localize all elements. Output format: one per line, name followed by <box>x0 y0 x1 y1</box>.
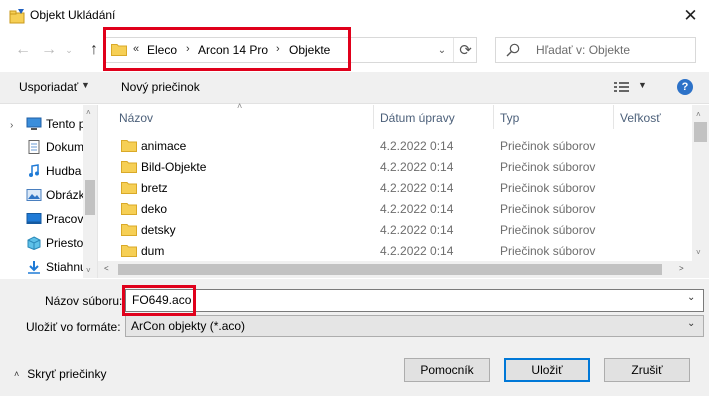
highlight-box <box>122 285 196 316</box>
hide-folders-label: Skryť priečinky <box>27 367 107 381</box>
pictures-icon <box>26 189 42 201</box>
chevron-down-icon[interactable]: ▼ <box>81 80 90 90</box>
nav-item-label: Tento počítač <box>46 117 83 131</box>
search-placeholder: Hľadať v: Objekte <box>536 43 631 57</box>
file-type: Priečinok súborov <box>500 223 596 237</box>
file-name[interactable]: bretz <box>141 181 168 195</box>
chevron-down-icon[interactable]: ⌄ <box>687 318 695 329</box>
file-type: Priečinok súborov <box>500 181 596 195</box>
hide-folders-toggle[interactable]: ˄ Skryť priečinky <box>14 367 106 381</box>
recent-locations-button[interactable]: ⌄ <box>62 38 76 62</box>
downloads-icon <box>28 261 40 274</box>
folder-icon <box>121 224 137 236</box>
music-icon <box>29 164 39 177</box>
file-name[interactable]: dum <box>141 244 164 258</box>
file-date: 4.2.2022 0:14 <box>380 160 454 174</box>
file-date: 4.2.2022 0:14 <box>380 244 454 258</box>
search-icon <box>506 43 520 57</box>
file-format-select[interactable]: ArCon objekty (*.aco) <box>125 315 704 337</box>
new-folder-button[interactable]: Nový priečinok <box>121 80 200 94</box>
format-label: Uložiť vo formáte: <box>26 320 121 334</box>
nav-item-music[interactable]: Hudba <box>26 164 83 178</box>
view-options-icon[interactable] <box>613 80 631 94</box>
column-header-date[interactable]: Dátum úpravy <box>380 111 455 125</box>
scroll-up-icon[interactable]: ˄ <box>86 108 91 117</box>
file-type: Priečinok súborov <box>500 139 596 153</box>
file-date: 4.2.2022 0:14 <box>380 139 454 153</box>
column-divider[interactable] <box>373 105 374 129</box>
organize-button[interactable]: Usporiadať <box>19 80 78 94</box>
folder-icon <box>121 203 137 215</box>
scrollbar-thumb[interactable] <box>85 180 95 215</box>
file-date: 4.2.2022 0:14 <box>380 181 454 195</box>
nav-item-documents[interactable]: Dokumenty <box>26 140 83 154</box>
scrollbar-thumb[interactable] <box>118 264 662 275</box>
expand-chevron-icon[interactable]: › <box>10 120 13 131</box>
chevron-down-icon[interactable]: ▼ <box>638 80 647 90</box>
file-name[interactable]: deko <box>141 202 167 216</box>
file-name[interactable]: Bild-Objekte <box>141 160 206 174</box>
help-icon[interactable]: ? <box>677 79 693 95</box>
nav-item-label: Priestorové objekty <box>46 236 83 250</box>
file-date: 4.2.2022 0:14 <box>380 202 454 216</box>
nav-item-desktop[interactable]: Pracovná plocha <box>26 212 83 226</box>
scroll-down-icon[interactable]: ˅ <box>696 248 701 257</box>
folder-icon <box>121 245 137 257</box>
nav-item-label: Pracovná plocha <box>46 212 83 226</box>
file-date: 4.2.2022 0:14 <box>380 223 454 237</box>
desktop-icon <box>26 213 42 224</box>
close-button[interactable]: ✕ <box>672 0 709 31</box>
folder-icon <box>121 140 137 152</box>
file-name[interactable]: animace <box>141 139 186 153</box>
column-header-type[interactable]: Typ <box>500 111 519 125</box>
save-button[interactable]: Uložiť <box>504 358 590 382</box>
folder-icon <box>121 161 137 173</box>
filename-label: Názov súboru: <box>45 294 123 308</box>
file-type: Priečinok súborov <box>500 160 596 174</box>
forward-button[interactable]: → <box>38 38 60 62</box>
nav-item-this-pc[interactable]: Tento počítač <box>26 117 83 131</box>
nav-item-label: Dokumenty <box>46 140 83 154</box>
column-header-name[interactable]: Názov <box>119 111 153 125</box>
computer-icon <box>26 117 42 130</box>
documents-icon <box>28 140 40 154</box>
sort-ascending-icon: ˄ <box>237 101 243 111</box>
chevron-up-icon: ˄ <box>14 369 20 379</box>
filename-field[interactable]: FO649.aco <box>125 289 704 312</box>
window-title: Objekt Ukládání <box>30 8 116 22</box>
nav-item-label: Obrázky <box>46 188 83 202</box>
command-toolbar <box>0 72 709 104</box>
file-type: Priečinok súborov <box>500 244 596 258</box>
file-type: Priečinok súborov <box>500 202 596 216</box>
cancel-button[interactable]: Zrušiť <box>604 358 690 382</box>
nav-item-pictures[interactable]: Obrázky <box>26 188 83 202</box>
scroll-right-icon[interactable]: > <box>679 264 684 273</box>
3d-objects-icon <box>27 236 41 250</box>
chevron-down-icon[interactable]: ⌄ <box>687 292 695 303</box>
column-divider[interactable] <box>493 105 494 129</box>
address-history-dropdown[interactable]: ⌄ <box>434 38 450 62</box>
nav-item-label: Stiahnuté súbory <box>46 260 83 274</box>
nav-item-label: Hudba <box>46 164 82 178</box>
scroll-left-icon[interactable]: < <box>104 264 109 273</box>
folder-icon <box>121 182 137 194</box>
highlight-box <box>103 27 351 71</box>
refresh-button[interactable]: ⟳ <box>453 38 477 62</box>
up-folder-button[interactable]: ↑ <box>84 38 104 62</box>
column-header-size[interactable]: Veľkosť <box>620 111 661 125</box>
file-name[interactable]: detsky <box>141 223 176 237</box>
back-button[interactable]: ← <box>12 38 34 62</box>
scroll-down-icon[interactable]: ˅ <box>86 266 91 275</box>
scrollbar-thumb[interactable] <box>694 122 707 142</box>
app-icon <box>9 8 25 24</box>
nav-item-downloads[interactable]: Stiahnuté súbory <box>26 260 83 274</box>
column-divider[interactable] <box>613 105 614 129</box>
help-button[interactable]: Pomocník <box>404 358 490 382</box>
nav-item-3d-objects[interactable]: Priestorové objekty <box>26 236 83 250</box>
scroll-up-icon[interactable]: ˄ <box>696 110 701 119</box>
